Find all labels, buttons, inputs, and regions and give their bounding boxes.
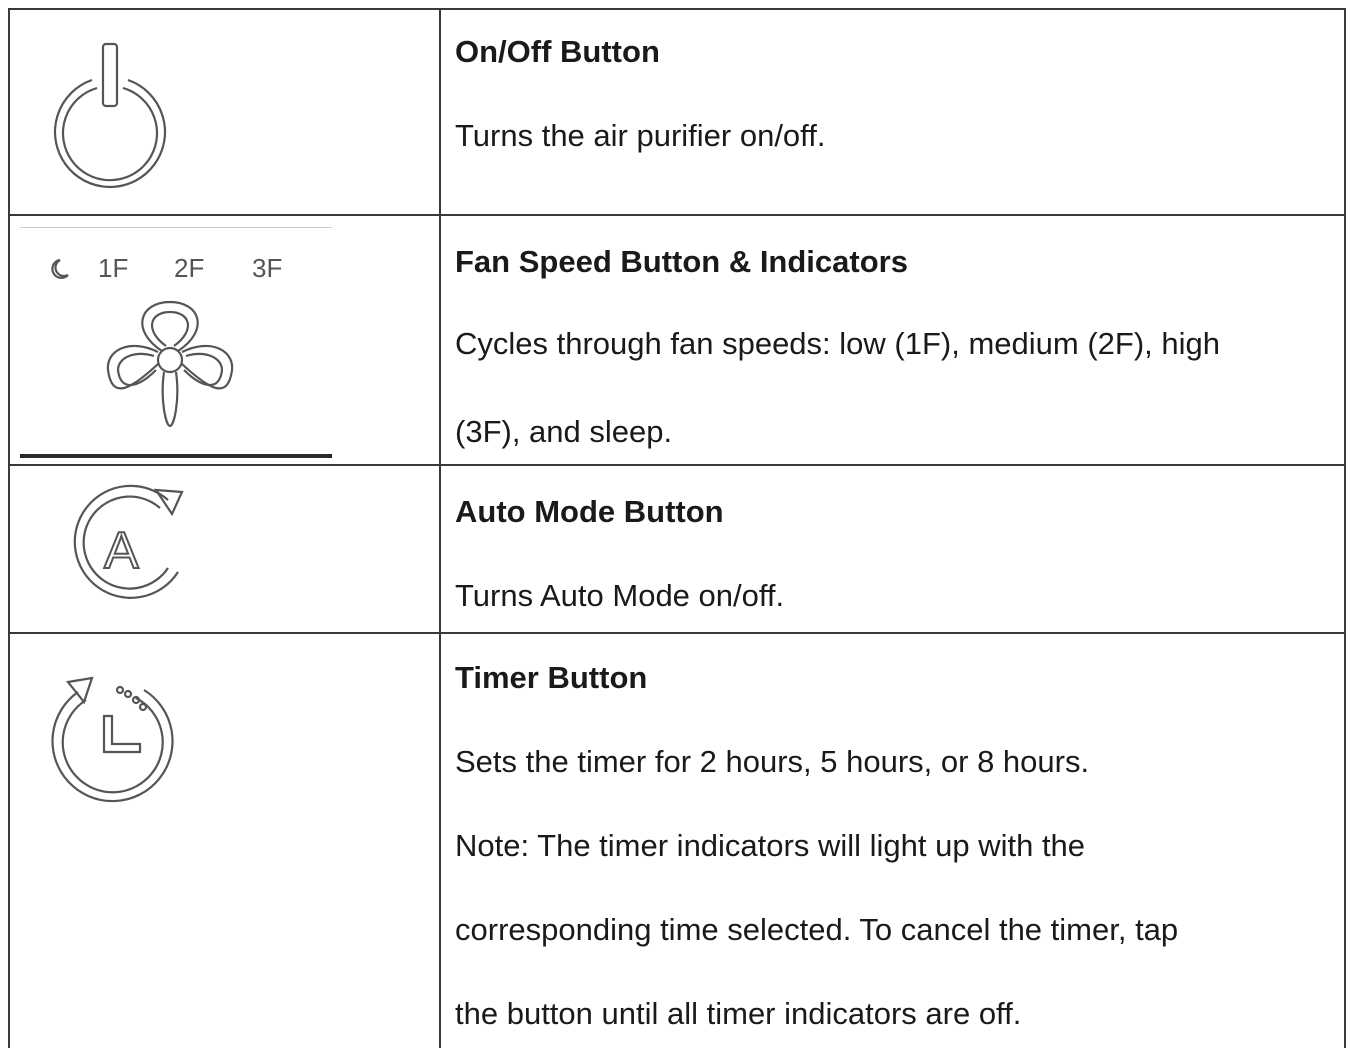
row-description: Turns Auto Mode on/off. [455,578,785,613]
row-description: Sets the timer for 2 hours, 5 hours, or … [455,744,1090,779]
row-divider [8,632,1346,634]
fan-speed-1f-label: 1F [98,253,128,283]
row-description: Turns the air purifier on/off. [455,118,826,153]
fan-speed-2f-label: 2F [174,253,204,283]
fan-panel-bottom-border [20,454,332,458]
row-description: (3F), and sleep. [455,414,673,449]
auto-mode-icon: A [73,484,184,599]
row-title: On/Off Button [455,34,660,69]
row-title: Auto Mode Button [455,494,724,529]
timer-icon [51,676,174,803]
sleep-moon-icon [51,258,69,279]
row-divider [8,214,1346,216]
fan-speed-icon-panel: 1F 2F 3F [51,253,282,428]
power-icon [53,42,167,189]
row-description: Note: The timer indicators will light up… [455,828,1086,863]
row-title: Timer Button [455,660,648,695]
row-description: the button until all timer indicators ar… [455,996,1022,1031]
column-divider [439,8,441,1048]
auto-mode-letter: A [104,522,139,580]
row-divider [8,464,1346,466]
fan-panel-top-border [20,227,332,228]
fan-icon [106,300,234,428]
fan-speed-3f-label: 3F [252,253,282,283]
row-title: Fan Speed Button & Indicators [455,244,908,279]
row-description: Cycles through fan speeds: low (1F), med… [455,326,1220,361]
row-description: corresponding time selected. To cancel t… [455,912,1179,947]
